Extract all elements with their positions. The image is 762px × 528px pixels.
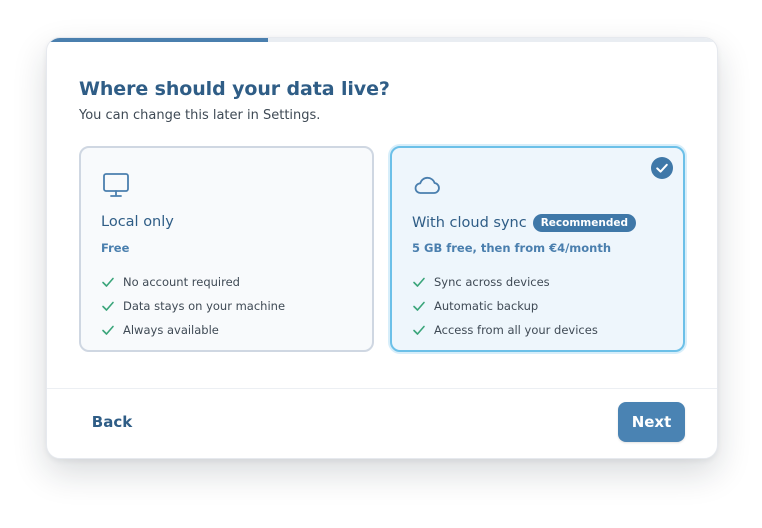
next-button[interactable]: Next (618, 402, 685, 442)
check-icon (102, 301, 114, 311)
progress-bar (47, 38, 717, 42)
selected-check-icon (651, 157, 673, 179)
setup-wizard-dialog: Where should your data live? You can cha… (46, 37, 718, 459)
check-icon (413, 277, 425, 287)
back-button[interactable]: Back (77, 402, 147, 442)
recommended-badge: Recommended (532, 214, 636, 232)
feature-item: Data stays on your machine (101, 294, 285, 318)
progress-bar-fill (47, 38, 269, 42)
option-title-text: With cloud sync (412, 215, 527, 231)
monitor-icon (103, 173, 129, 197)
feature-list: Sync across devices Automatic backup Acc… (412, 270, 598, 342)
option-card-cloud-sync[interactable]: With cloud sync Recommended 5 GB free, th… (390, 146, 685, 352)
dialog-title: Where should your data live? (79, 78, 390, 100)
feature-label: Automatic backup (434, 299, 539, 313)
option-price: 5 GB free, then from €4/month (412, 241, 612, 255)
option-price: Free (101, 241, 130, 255)
option-title: With cloud sync Recommended (412, 214, 636, 232)
dialog-subtitle: You can change this later in Settings. (79, 108, 321, 123)
feature-item: Always available (101, 318, 285, 342)
option-card-local-only[interactable]: Local only Free No account required Data… (79, 146, 374, 352)
feature-list: No account required Data stays on your m… (101, 270, 285, 342)
feature-item: No account required (101, 270, 285, 294)
cloud-icon (414, 176, 440, 194)
check-icon (413, 325, 425, 335)
feature-label: Data stays on your machine (123, 299, 286, 313)
check-icon (102, 277, 114, 287)
option-title: Local only (101, 214, 174, 230)
footer-divider (47, 388, 717, 389)
feature-label: No account required (123, 275, 240, 289)
feature-label: Sync across devices (434, 275, 550, 289)
feature-item: Automatic backup (412, 294, 598, 318)
feature-item: Access from all your devices (412, 318, 598, 342)
feature-label: Access from all your devices (434, 323, 598, 337)
check-icon (102, 325, 114, 335)
check-icon (413, 301, 425, 311)
feature-label: Always available (123, 323, 219, 337)
feature-item: Sync across devices (412, 270, 598, 294)
